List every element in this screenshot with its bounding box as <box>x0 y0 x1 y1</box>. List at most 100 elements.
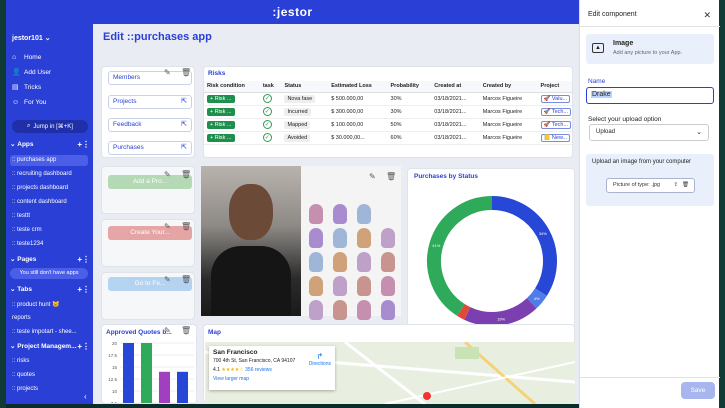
project-badge[interactable]: 🚀 Tech... <box>540 120 572 129</box>
upload-option-select[interactable]: Upload ⌄ <box>589 124 709 141</box>
nav-add-user[interactable]: 👤 Add User <box>12 69 51 76</box>
column-header[interactable]: Status <box>281 81 329 93</box>
name-input[interactable]: Drake <box>586 87 714 104</box>
feedback-link[interactable]: Feedback ⇱ <box>108 118 192 132</box>
add-risk-button[interactable]: + Risk ... <box>207 120 235 129</box>
pencil-icon[interactable]: ✎ <box>369 172 376 181</box>
project-badge[interactable]: 📒 New... <box>540 133 571 142</box>
approved-quotes-chart[interactable]: Approved Quotes b... 20 17.5 15 12.5 10 7.5 <box>101 324 197 404</box>
trash-icon[interactable]: 🗑 <box>181 170 191 179</box>
go-to-feedback-button[interactable]: Go to Fe... <box>108 277 192 291</box>
project-badge[interactable]: 🚀 Valu... <box>540 94 571 103</box>
bar[interactable] <box>141 343 152 404</box>
sidebar-app-item[interactable]: :: recruiting dashboard <box>10 171 88 177</box>
pencil-icon[interactable]: ✎ <box>164 326 171 335</box>
sidebar-app-item[interactable]: :: projects dashboard <box>10 185 88 191</box>
sidebar-app-item[interactable]: :: purchases app <box>10 155 88 166</box>
table-row[interactable]: + Risk ... ✓ Nova fase $ 500.000,00 30% 03/18… <box>204 92 572 106</box>
more-icon[interactable]: ⋮ <box>82 285 90 294</box>
user-menu[interactable]: jestor101 ⌄ <box>12 34 51 42</box>
pencil-icon[interactable]: ✎ <box>164 222 171 231</box>
bar[interactable] <box>177 371 188 404</box>
column-header[interactable]: task <box>259 81 282 93</box>
sidebar-app-item[interactable]: :: teste1234 <box>10 241 88 247</box>
pie-slice[interactable] <box>491 196 557 296</box>
pencil-icon[interactable]: ✎ <box>164 275 171 284</box>
table-row[interactable]: + Risk ... ✓ Mapped $ 100.000,00 50% 03/18/20… <box>204 118 572 132</box>
view-larger-map-link[interactable]: View larger map <box>213 376 331 382</box>
upload-icon[interactable]: ⇪ <box>673 179 678 192</box>
add-risk-button[interactable]: + Risk ... <box>207 94 235 103</box>
column-header[interactable]: Created by <box>479 81 538 93</box>
projects-link[interactable]: Projects ⇱ <box>108 95 192 109</box>
file-picker[interactable]: Picture of type: .jpg ⇪ 🗑 <box>606 178 695 193</box>
column-header[interactable]: Created at <box>431 81 480 93</box>
image-component-photo[interactable] <box>201 166 301 316</box>
sidebar-app-item[interactable]: :: content dashboard <box>10 199 88 205</box>
check-icon: ✓ <box>262 120 272 129</box>
chevron-down-icon: ⌄ <box>10 256 16 263</box>
column-header[interactable]: Project <box>537 81 572 93</box>
section-pages[interactable]: ⌄ Pages + ⋮ <box>10 255 90 264</box>
bar[interactable] <box>123 343 134 404</box>
bar[interactable] <box>159 371 170 404</box>
sidebar-tab-item[interactable]: :: teste impotart - shee... <box>10 329 88 335</box>
members-link[interactable]: Members <box>108 71 192 85</box>
sidebar-tab-item[interactable]: reports <box>10 315 88 321</box>
risks-table-component[interactable]: Risks Risk condition task Status Estimat… <box>203 66 573 158</box>
trash-icon[interactable]: 🗑 <box>181 68 191 77</box>
trash-icon[interactable]: 🗑 <box>181 222 191 231</box>
search-icon: ⌕ <box>27 123 31 129</box>
slice-label: 19% <box>497 316 505 321</box>
pie-slice[interactable] <box>457 304 471 320</box>
map-reviews-link[interactable]: 356 reviews <box>245 367 272 373</box>
table-row[interactable]: + Risk ... ✓ Incurred $ 300.000,00 30% 03/18/… <box>204 105 572 119</box>
more-icon[interactable]: ⋮ <box>82 255 90 264</box>
column-header[interactable]: Probability <box>387 81 432 93</box>
directions-button[interactable]: ↱ Directions <box>309 352 331 367</box>
save-button[interactable]: Save <box>681 382 715 399</box>
sidebar-pm-item[interactable]: :: quotes <box>10 372 88 378</box>
purchases-link[interactable]: Purchases ⇱ <box>108 141 192 155</box>
section-apps[interactable]: ⌄ Apps + ⋮ <box>10 140 90 149</box>
add-risk-button[interactable]: + Risk ... <box>207 107 235 116</box>
y-tick-label: 15 <box>112 365 118 370</box>
section-tabs[interactable]: ⌄ Tabs + ⋮ <box>10 285 90 294</box>
collapse-sidebar-icon[interactable]: ‹ <box>84 392 87 401</box>
nav-home[interactable]: ⌂ Home <box>12 54 41 61</box>
sidebar-app-item[interactable]: :: testtt <box>10 213 88 219</box>
pencil-icon[interactable]: ✎ <box>164 68 171 77</box>
jump-in-search[interactable]: ⌕ Jump in [⌘+K] <box>12 120 88 133</box>
nav-tricks[interactable]: ▤ Tricks <box>12 84 41 91</box>
status-badge: Mapped <box>284 120 311 129</box>
pencil-icon[interactable]: ✎ <box>164 170 171 179</box>
trash-icon[interactable]: 🗑 <box>682 179 689 192</box>
trash-icon[interactable]: 🗑 <box>181 275 191 284</box>
nav-for-you[interactable]: ☺ For You <box>12 99 46 106</box>
trash-icon[interactable]: 🗑 <box>386 172 396 181</box>
close-icon[interactable]: ✕ <box>703 10 711 21</box>
purchases-by-status-chart[interactable]: Purchases by Status 34% 4% 19% 41% <box>407 168 575 336</box>
more-icon[interactable]: ⋮ <box>82 140 90 149</box>
status-badge: Nova fase <box>284 94 316 103</box>
avatar <box>381 300 395 320</box>
add-risk-button[interactable]: + Risk ... <box>207 133 235 142</box>
more-icon[interactable]: ⋮ <box>82 342 90 351</box>
section-project-management[interactable]: ⌄ Project Managem... + ⋮ <box>10 342 90 351</box>
add-product-button[interactable]: Add a Pro... <box>108 175 192 189</box>
y-tick-label: 20 <box>112 341 118 346</box>
sidebar-pm-item[interactable]: :: risks <box>10 358 88 364</box>
status-badge: Incurred <box>284 107 311 116</box>
create-your-button[interactable]: Create Your... <box>108 226 192 240</box>
pie-slice[interactable] <box>427 196 493 316</box>
sidebar-app-item[interactable]: :: teste crm <box>10 227 88 233</box>
trash-icon[interactable]: 🗑 <box>181 326 191 335</box>
sidebar-pm-item[interactable]: :: projects <box>10 386 88 392</box>
column-header[interactable]: Estimated Loss <box>328 81 388 93</box>
sidebar-tab-item[interactable]: :: product hunt 😸 <box>10 301 88 308</box>
project-badge[interactable]: 🚀 Tech... <box>540 107 572 116</box>
avatars-grid-image[interactable] <box>301 166 401 320</box>
column-header[interactable]: Risk condition <box>204 81 260 93</box>
links-component[interactable]: Members Projects ⇱ Feedback ⇱ Purchases ⇱ <box>101 66 195 158</box>
table-row[interactable]: + Risk ... ✓ Avoided $ 30.000,00... 60% 03/18… <box>204 131 572 145</box>
